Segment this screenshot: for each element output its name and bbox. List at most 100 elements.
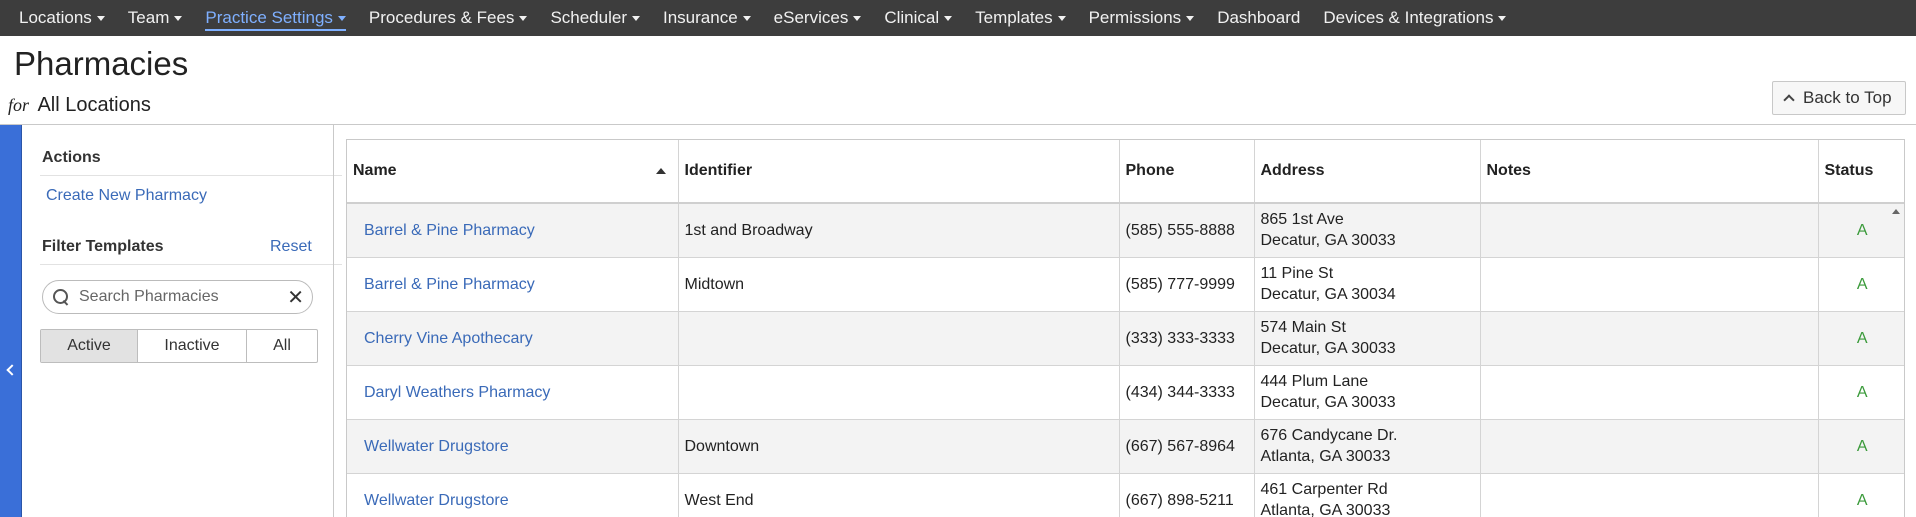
nav-item-eservices[interactable]: eServices bbox=[774, 0, 862, 36]
address-line-1: 461 Carpenter Rd bbox=[1260, 481, 1388, 498]
caret-down-icon bbox=[632, 15, 640, 21]
address-line-2: Decatur, GA 30034 bbox=[1260, 286, 1396, 303]
caret-down-icon bbox=[519, 15, 528, 21]
address-line-1: 676 Candycane Dr. bbox=[1260, 427, 1398, 444]
cell-phone: (434) 344-3333 bbox=[1119, 365, 1255, 420]
chevron-left-icon bbox=[6, 364, 18, 376]
sort-ascending-icon bbox=[655, 168, 666, 174]
nav-item-insurance[interactable]: Insurance bbox=[663, 0, 751, 36]
cell-status: A bbox=[1818, 365, 1904, 420]
nav-item-label: Permissions bbox=[1088, 8, 1182, 27]
back-to-top-button[interactable]: Back to Top bbox=[1772, 81, 1906, 115]
pharmacy-name-link[interactable]: Barrel & Pine Pharmacy bbox=[364, 276, 535, 293]
status-filter-toggle: Active Inactive All bbox=[40, 329, 318, 363]
pharmacy-name-link[interactable]: Wellwater Drugstore bbox=[364, 438, 509, 455]
pharmacies-table: Name Identifier Phone Address Notes Stat… bbox=[347, 140, 1904, 517]
create-new-pharmacy-link[interactable]: Create New Pharmacy bbox=[46, 187, 207, 205]
search-input[interactable] bbox=[79, 288, 279, 306]
column-header-identifier[interactable]: Identifier bbox=[678, 140, 1120, 204]
caret-down-icon bbox=[853, 15, 862, 21]
nav-item-label: Procedures & Fees bbox=[368, 8, 515, 27]
nav-item-label: Scheduler bbox=[550, 8, 627, 27]
cell-identifier bbox=[678, 365, 1120, 420]
caret-down-icon bbox=[96, 15, 105, 21]
column-header-status[interactable]: Status bbox=[1818, 140, 1904, 204]
cell-address: 865 1st Ave Decatur, GA 30033 bbox=[1254, 203, 1481, 258]
cell-address: 444 Plum Lane Decatur, GA 30033 bbox=[1254, 365, 1481, 420]
search-icon bbox=[53, 289, 69, 305]
nav-item-label: Practice Settings bbox=[205, 8, 333, 27]
nav-item-label: Locations bbox=[19, 8, 92, 27]
pharmacy-name-link[interactable]: Cherry Vine Apothecary bbox=[364, 330, 533, 347]
nav-item-label: Insurance bbox=[663, 8, 738, 27]
sidebar-collapse-toggle[interactable] bbox=[0, 125, 22, 517]
column-header-notes[interactable]: Notes bbox=[1480, 140, 1819, 204]
nav-item-devices-integrations[interactable]: Devices & Integrations bbox=[1323, 0, 1507, 36]
top-nav: Locations Team Practice Settings Procedures… bbox=[0, 0, 1916, 36]
caret-down-icon bbox=[742, 15, 751, 21]
cell-notes bbox=[1480, 419, 1819, 474]
cell-identifier bbox=[678, 311, 1120, 366]
filter-templates-heading: Filter Templates bbox=[42, 238, 164, 255]
nav-item-practice-settings[interactable]: Practice Settings bbox=[205, 0, 346, 36]
cell-phone: (333) 333-3333 bbox=[1119, 311, 1255, 366]
nav-item-procedures-fees[interactable]: Procedures & Fees bbox=[369, 0, 528, 36]
pharmacies-table-container: Name Identifier Phone Address Notes Stat… bbox=[346, 139, 1905, 517]
cell-address: 461 Carpenter Rd Atlanta, GA 30033 bbox=[1254, 473, 1481, 517]
cell-address: 676 Candycane Dr. Atlanta, GA 30033 bbox=[1254, 419, 1481, 474]
filter-inactive-button[interactable]: Inactive bbox=[138, 330, 247, 362]
back-to-top-label: Back to Top bbox=[1803, 88, 1892, 107]
table-row[interactable]: Wellwater Drugstore Downtown (667) 567-896… bbox=[347, 419, 1904, 474]
cell-name: Cherry Vine Apothecary bbox=[347, 311, 679, 366]
address-line-1: 865 1st Ave bbox=[1260, 211, 1344, 229]
nav-item-scheduler[interactable]: Scheduler bbox=[550, 0, 640, 36]
cell-address: 11 Pine St Decatur, GA 30034 bbox=[1254, 257, 1481, 312]
table-row[interactable]: Barrel & Pine Pharmacy Midtown (585) 777-9… bbox=[347, 257, 1904, 312]
pharmacy-name-link[interactable]: Barrel & Pine Pharmacy bbox=[364, 222, 535, 239]
cell-phone: (667) 567-8964 bbox=[1119, 419, 1255, 474]
clear-search-icon[interactable]: ✕ bbox=[287, 285, 304, 310]
cell-name: Barrel & Pine Pharmacy bbox=[347, 203, 679, 258]
actions-heading: Actions bbox=[42, 149, 101, 166]
reset-filters-link[interactable]: Reset bbox=[270, 238, 312, 256]
cell-identifier: Downtown bbox=[678, 419, 1120, 474]
nav-item-locations[interactable]: Locations bbox=[19, 0, 105, 36]
scroll-up-arrow-icon[interactable] bbox=[1892, 209, 1900, 214]
address-line-1: 11 Pine St bbox=[1260, 265, 1334, 282]
cell-status: A bbox=[1818, 257, 1904, 312]
cell-status: A bbox=[1818, 311, 1904, 366]
table-row[interactable]: Wellwater Drugstore West End (667) 898-521… bbox=[347, 473, 1904, 517]
chevron-up-icon bbox=[1783, 94, 1795, 106]
nav-item-label: Dashboard bbox=[1217, 8, 1301, 27]
nav-item-permissions[interactable]: Permissions bbox=[1089, 0, 1195, 36]
nav-item-team[interactable]: Team bbox=[128, 0, 183, 36]
nav-item-clinical[interactable]: Clinical bbox=[884, 0, 953, 36]
cell-address: 574 Main St Decatur, GA 30033 bbox=[1254, 311, 1481, 366]
nav-item-templates[interactable]: Templates bbox=[975, 0, 1066, 36]
column-header-phone[interactable]: Phone bbox=[1119, 140, 1255, 204]
cell-status: A bbox=[1818, 419, 1904, 474]
cell-identifier: 1st and Broadway bbox=[678, 203, 1120, 258]
search-pharmacies-field: ✕ bbox=[42, 280, 313, 314]
table-row[interactable]: Cherry Vine Apothecary (333) 333-3333 574 … bbox=[347, 311, 1904, 366]
cell-identifier: Midtown bbox=[678, 257, 1120, 312]
nav-item-dashboard[interactable]: Dashboard bbox=[1217, 0, 1300, 36]
filter-all-button[interactable]: All bbox=[247, 330, 317, 362]
filter-active-button[interactable]: Active bbox=[41, 330, 138, 362]
column-header-address[interactable]: Address bbox=[1254, 140, 1481, 204]
pharmacy-name-link[interactable]: Daryl Weathers Pharmacy bbox=[364, 384, 550, 401]
cell-name: Barrel & Pine Pharmacy bbox=[347, 257, 679, 312]
page-title: Pharmacies bbox=[14, 45, 189, 82]
cell-notes bbox=[1480, 203, 1819, 258]
cell-notes bbox=[1480, 257, 1819, 312]
column-header-name[interactable]: Name bbox=[347, 140, 679, 204]
pharmacy-name-link[interactable]: Wellwater Drugstore bbox=[364, 492, 509, 509]
table-row[interactable]: Daryl Weathers Pharmacy (434) 344-3333 444… bbox=[347, 365, 1904, 420]
cell-phone: (667) 898-5211 bbox=[1119, 473, 1255, 517]
table-row[interactable]: Barrel & Pine Pharmacy 1st and Broadway (5… bbox=[347, 203, 1904, 258]
address-line-2: Atlanta, GA 30033 bbox=[1260, 448, 1391, 465]
for-label: for bbox=[8, 95, 30, 115]
cell-name: Wellwater Drugstore bbox=[347, 473, 679, 517]
caret-down-icon bbox=[1057, 15, 1066, 21]
address-line-1: 574 Main St bbox=[1260, 319, 1346, 336]
